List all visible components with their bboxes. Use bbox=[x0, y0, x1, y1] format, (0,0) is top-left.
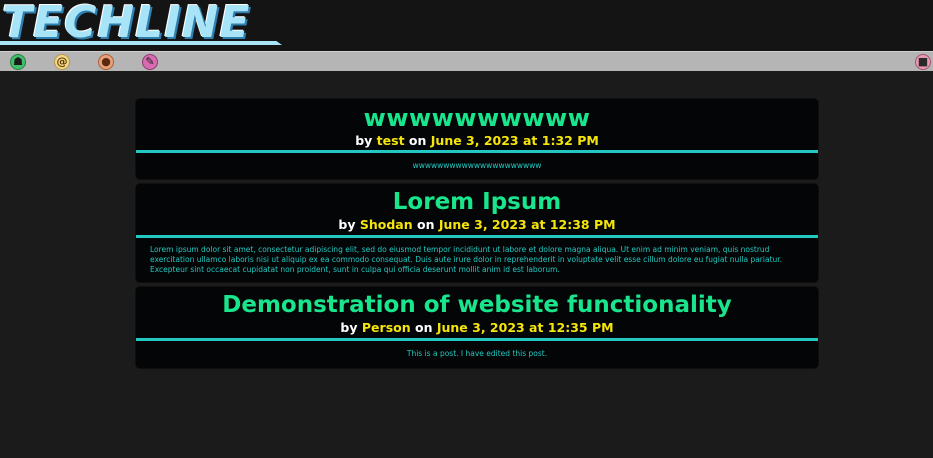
post-card: Demonstration of website functionality b… bbox=[136, 287, 818, 368]
post-card: Lorem Ipsum by Shodan on June 3, 2023 at… bbox=[136, 184, 818, 282]
post-list: wwwwwwwwww by test on June 3, 2023 at 1:… bbox=[136, 99, 818, 373]
post-meta: by Shodan on June 3, 2023 at 12:38 PM bbox=[136, 215, 818, 235]
by-label: by bbox=[355, 133, 373, 149]
post-title[interactable]: Demonstration of website functionality bbox=[136, 287, 818, 318]
user-icon[interactable]: ● bbox=[98, 54, 114, 70]
post-author[interactable]: Person bbox=[362, 320, 411, 335]
header-bar: TECHLINE bbox=[0, 0, 933, 51]
post-card: wwwwwwwwww by test on June 3, 2023 at 1:… bbox=[136, 99, 818, 179]
post-author[interactable]: test bbox=[377, 133, 405, 148]
post-date: June 3, 2023 at 12:35 PM bbox=[436, 320, 614, 336]
on-label: on bbox=[408, 133, 427, 149]
post-header: Lorem Ipsum by Shodan on June 3, 2023 at… bbox=[136, 184, 818, 238]
home-icon[interactable]: ☗ bbox=[10, 54, 26, 70]
post-body: Lorem ipsum dolor sit amet, consectetur … bbox=[150, 245, 783, 274]
post-meta: by test on June 3, 2023 at 1:32 PM bbox=[136, 131, 818, 151]
logo-text: TECHLINE bbox=[2, 0, 251, 48]
lock-icon[interactable]: ■ bbox=[915, 54, 931, 70]
nav-bar: ☗ @ ● ✎ ■ bbox=[0, 51, 933, 71]
post-date: June 3, 2023 at 1:32 PM bbox=[430, 133, 599, 149]
on-label: on bbox=[414, 320, 433, 336]
post-title[interactable]: wwwwwwwwww bbox=[136, 99, 818, 132]
by-label: by bbox=[340, 320, 358, 336]
post-body: wwwwwwwwwwwwwwwwwwwww bbox=[412, 161, 542, 170]
post-date: June 3, 2023 at 12:38 PM bbox=[438, 217, 616, 233]
post-meta: by Person on June 3, 2023 at 12:35 PM bbox=[136, 318, 818, 338]
post-body: This is a post. I have edited this post. bbox=[406, 349, 548, 358]
post-title[interactable]: Lorem Ipsum bbox=[136, 184, 818, 215]
by-label: by bbox=[338, 217, 356, 233]
on-label: on bbox=[417, 217, 435, 233]
site-logo[interactable]: TECHLINE bbox=[0, 0, 290, 50]
logo-underline bbox=[0, 41, 282, 45]
pencil-icon[interactable]: ✎ bbox=[142, 54, 158, 70]
at-icon[interactable]: @ bbox=[54, 54, 70, 70]
post-author[interactable]: Shodan bbox=[360, 217, 413, 232]
post-header: Demonstration of website functionality b… bbox=[136, 287, 818, 341]
post-header: wwwwwwwwww by test on June 3, 2023 at 1:… bbox=[136, 99, 818, 153]
